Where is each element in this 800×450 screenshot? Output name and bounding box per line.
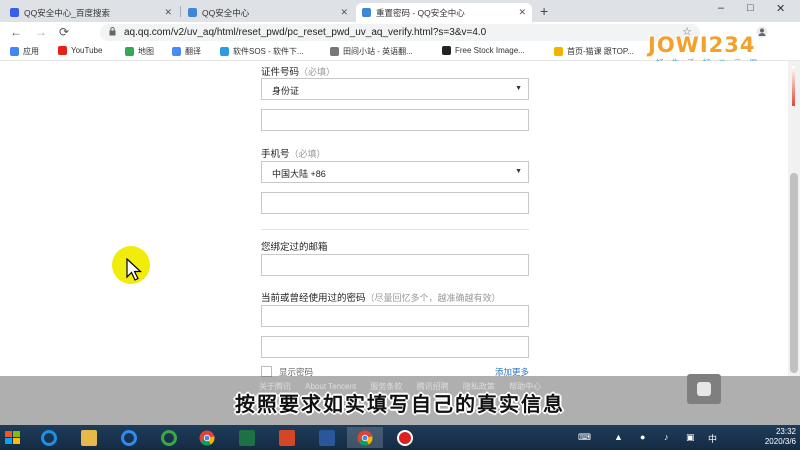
bag-icon	[697, 382, 711, 396]
scrollbar-thumb[interactable]	[790, 173, 798, 373]
close-icon[interactable]: ✕	[518, 7, 526, 18]
keyboard-icon[interactable]: ⌨	[578, 432, 591, 443]
maps-icon	[125, 47, 134, 56]
taskbar-powerpoint[interactable]	[269, 427, 305, 448]
ime-indicator[interactable]: 中	[708, 432, 717, 445]
password-hint: （尽量回忆多个，越准确越有效）	[365, 293, 501, 303]
baidu-paw-icon	[10, 8, 19, 17]
ie-alt-icon	[161, 429, 177, 446]
back-button[interactable]: ←	[10, 25, 22, 39]
email-label: 您绑定过的邮箱	[261, 242, 328, 253]
dropdown-arrow-icon: ▼	[515, 85, 522, 92]
maoke-icon	[554, 47, 563, 56]
maximize-button[interactable]: □	[747, 2, 754, 14]
tab-strip: QQ安全中心_百度搜索 ✕ QQ安全中心 ✕ 重置密码 - QQ安全中心 ✕ +…	[0, 0, 800, 22]
bookmark-maoke[interactable]: 首页-猫课 跟TOP...	[554, 46, 634, 57]
bookmark-softsos[interactable]: 软件SOS - 软件下...	[220, 46, 304, 57]
volume-icon[interactable]: ♪	[664, 432, 669, 442]
new-tab-button[interactable]: +	[540, 3, 548, 19]
explorer-icon	[81, 429, 97, 446]
baidu-netdisk-icon	[121, 429, 137, 446]
taskbar-recorder[interactable]	[387, 427, 423, 448]
chrome-active-icon	[357, 430, 373, 446]
section-divider	[261, 229, 529, 230]
taskbar-explorer[interactable]	[71, 427, 107, 448]
taskbar-excel[interactable]	[229, 427, 265, 448]
close-icon[interactable]: ✕	[340, 7, 348, 18]
bookmark-apps[interactable]: 应用	[10, 46, 39, 57]
shield-icon	[362, 8, 371, 17]
powerpoint-icon	[279, 429, 295, 446]
mouse-pointer-icon	[126, 258, 143, 281]
floating-bag-button[interactable]	[687, 374, 721, 404]
bookmark-translate[interactable]: 翻译	[172, 46, 201, 57]
tab-reset-password[interactable]: 重置密码 - QQ安全中心 ✕	[356, 3, 532, 22]
notification-icon[interactable]: ▣	[686, 432, 695, 443]
required-hint: （必填）	[299, 67, 336, 77]
phone-number-input[interactable]	[261, 192, 529, 214]
taskbar: ⌨ ▲ ● ♪ ▣ 中	[0, 425, 800, 450]
password-label: 当前或曾经使用过的密码（尽量回忆多个，越准确越有效）	[261, 293, 501, 304]
minimize-button[interactable]: –	[718, 2, 724, 14]
tab-qq-security[interactable]: QQ安全中心 ✕	[182, 3, 354, 22]
network-icon[interactable]: ▲	[614, 432, 623, 442]
logo-brand: JOWI234	[648, 33, 756, 57]
required-hint: （必填）	[289, 149, 326, 159]
apps-grid-icon	[10, 47, 19, 56]
page-content: 证件号码（必填） 身份证 ▼ 手机号（必填） 中国大陆 +86 ▼ 您绑定过的邮…	[0, 61, 788, 377]
bookmark-youtube[interactable]: YouTube	[58, 46, 102, 55]
phone-label: 手机号（必填）	[261, 149, 326, 160]
email-input[interactable]	[261, 254, 529, 276]
tab-baidu-search[interactable]: QQ安全中心_百度搜索 ✕	[4, 3, 178, 22]
tab-title: QQ安全中心	[202, 7, 250, 18]
id-label: 证件号码（必填）	[261, 67, 336, 78]
password-input-1[interactable]	[261, 305, 529, 327]
youtube-icon	[58, 46, 67, 55]
clock-date: 2020/3/6	[764, 437, 796, 446]
bookmark-tianjian[interactable]: 田间小站 - 英语翻...	[330, 46, 413, 57]
excel-icon	[239, 429, 255, 446]
shield-icon	[188, 8, 197, 17]
free-stock-icon	[442, 46, 451, 55]
clock-time: 23:32	[775, 427, 796, 436]
vertical-scrollbar[interactable]	[788, 61, 800, 376]
reload-button[interactable]: ⟳	[59, 25, 69, 39]
taskbar-word[interactable]	[309, 427, 345, 448]
taskbar-chrome[interactable]	[189, 427, 225, 448]
taskbar-ie-alt[interactable]	[151, 427, 187, 448]
close-window-button[interactable]: ✕	[776, 2, 785, 15]
tab-title: QQ安全中心_百度搜索	[24, 7, 110, 18]
id-number-input[interactable]	[261, 109, 529, 131]
forward-button[interactable]: →	[35, 25, 47, 39]
dropdown-arrow-icon: ▼	[515, 168, 522, 175]
taskbar-chrome-active[interactable]	[347, 427, 383, 448]
close-icon[interactable]: ✕	[164, 7, 172, 18]
taskbar-ie[interactable]	[31, 427, 67, 448]
qq-tray-icon[interactable]: ●	[640, 432, 645, 442]
taskbar-baidu-netdisk[interactable]	[111, 427, 147, 448]
windows-start-icon[interactable]	[4, 430, 22, 446]
address-bar[interactable]: aq.qq.com/v2/uv_aq/html/reset_pwd/pc_res…	[100, 24, 700, 41]
recorder-icon	[397, 429, 413, 446]
translate-icon	[172, 47, 181, 56]
tianjian-icon	[330, 47, 339, 56]
bookmark-free-stock[interactable]: Free Stock Image...	[442, 46, 525, 55]
lock-icon	[109, 27, 116, 36]
video-caption: 按照要求如实填写自己的真实信息	[235, 392, 565, 416]
taskbar-clock[interactable]: 23:32 2020/3/6	[748, 427, 796, 447]
password-input-2[interactable]	[261, 336, 529, 358]
id-type-select[interactable]: 身份证 ▼	[261, 78, 529, 100]
subtitle-band: 关于腾讯 About Tencent 服务条款 腾讯招聘 隐私政策 帮助中心 按…	[0, 376, 800, 425]
softsos-icon	[220, 47, 229, 56]
chrome-icon	[199, 430, 215, 446]
ie-icon	[41, 429, 57, 446]
tab-title: 重置密码 - QQ安全中心	[376, 7, 465, 18]
phone-region-select[interactable]: 中国大陆 +86 ▼	[261, 161, 529, 183]
word-icon	[319, 429, 335, 446]
url-text: aq.qq.com/v2/uv_aq/html/reset_pwd/pc_res…	[124, 27, 487, 38]
scroll-marker	[792, 66, 795, 106]
bookmark-maps[interactable]: 地图	[125, 46, 154, 57]
